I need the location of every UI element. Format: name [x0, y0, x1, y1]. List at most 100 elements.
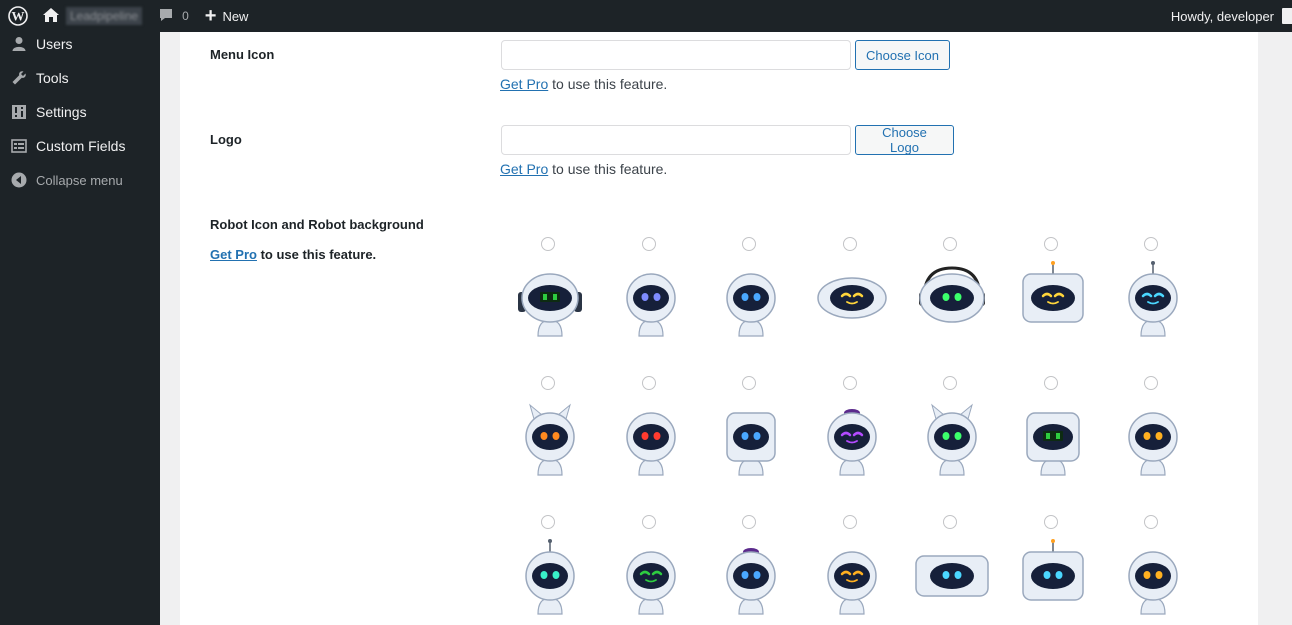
wrench-icon [10, 69, 28, 87]
robot-option[interactable] [1111, 514, 1212, 625]
pro-notice-text: to use this feature. [548, 76, 668, 92]
robot-21-icon [1128, 551, 1178, 615]
robot-radio[interactable] [842, 515, 857, 529]
robot-radio[interactable] [742, 237, 756, 251]
robot-radio[interactable] [1043, 376, 1058, 390]
robot-option[interactable] [1011, 236, 1112, 375]
sidebar-item-users[interactable]: Users [0, 27, 160, 61]
robot-radio[interactable] [943, 237, 957, 251]
robot-16-icon [625, 551, 676, 615]
sidebar-item-label: Users [36, 36, 73, 52]
users-icon [10, 35, 28, 53]
robot-radio[interactable] [641, 515, 656, 529]
robot-radio[interactable] [1144, 515, 1158, 529]
robot-radio[interactable] [541, 237, 555, 251]
sidebar-item-tools[interactable]: Tools [0, 61, 160, 95]
robot-radio[interactable] [1144, 376, 1158, 390]
choose-logo-button[interactable]: Choose Logo [855, 125, 954, 155]
robot-19-icon [915, 555, 989, 597]
howdy-text: Howdy, developer [1170, 8, 1274, 24]
home-icon [42, 6, 60, 27]
choose-icon-button[interactable]: Choose Icon [855, 40, 950, 70]
robot-9-icon [625, 412, 676, 476]
robot-option[interactable] [508, 514, 609, 625]
robot-pro-notice: Get Pro to use this feature. [210, 247, 376, 262]
robot-option[interactable] [508, 375, 609, 514]
plus-icon: + [204, 5, 217, 27]
robot-18-icon [826, 551, 877, 615]
robot-option[interactable] [609, 375, 710, 514]
settings-icon [10, 103, 28, 121]
robot-option[interactable] [810, 375, 911, 514]
admin-bar: W Leadpipeline 0 + New Howdy, developer [0, 0, 1292, 32]
robot-option[interactable] [1111, 236, 1212, 375]
custom-fields-icon [10, 137, 28, 155]
robot-7-icon [1128, 261, 1178, 337]
robot-option[interactable] [1011, 375, 1112, 514]
robot-radio[interactable] [943, 515, 957, 529]
robot-radio[interactable] [842, 376, 857, 390]
robot-option[interactable] [910, 236, 1011, 375]
robot-radio[interactable] [1043, 515, 1058, 529]
collapse-menu-button[interactable]: Collapse menu [0, 163, 160, 197]
robot-radio[interactable] [541, 515, 555, 529]
get-pro-link[interactable]: Get Pro [500, 161, 548, 177]
logo-pro-notice: Get Pro to use this feature. [500, 161, 667, 177]
robot-icon-label: Robot Icon and Robot background [210, 217, 424, 232]
robot-radio[interactable] [541, 376, 555, 390]
robot-11-icon [826, 409, 877, 476]
robot-option[interactable] [508, 236, 609, 375]
robot-20-icon [1021, 539, 1084, 601]
svg-text:W: W [12, 9, 25, 24]
sidebar-item-label: Custom Fields [36, 138, 126, 154]
collapse-menu-label: Collapse menu [36, 172, 123, 188]
logo-label: Logo [210, 132, 242, 147]
new-label: New [222, 8, 249, 24]
robot-8-icon [525, 403, 575, 476]
robot-3-icon [726, 273, 776, 337]
robot-option[interactable] [910, 514, 1011, 625]
logo-input[interactable] [501, 125, 851, 155]
pro-notice-text: to use this feature. [256, 247, 377, 262]
robot-radio[interactable] [842, 237, 857, 251]
sidebar-item-settings[interactable]: Settings [0, 95, 160, 129]
robot-option[interactable] [1111, 375, 1212, 514]
robot-6-icon [1021, 261, 1084, 323]
robot-option[interactable] [709, 236, 810, 375]
robot-option[interactable] [810, 514, 911, 625]
robot-option[interactable] [709, 514, 810, 625]
robot-icon-grid [508, 236, 1212, 625]
menu-icon-pro-notice: Get Pro to use this feature. [500, 76, 667, 92]
new-content-link[interactable]: + New [199, 0, 255, 32]
comments-count: 0 [182, 9, 189, 23]
robot-option[interactable] [1011, 514, 1112, 625]
robot-radio[interactable] [742, 376, 756, 390]
robot-option[interactable] [910, 375, 1011, 514]
robot-radio[interactable] [742, 515, 756, 529]
get-pro-link[interactable]: Get Pro [500, 76, 548, 92]
robot-12-icon [927, 403, 977, 476]
menu-icon-input[interactable] [501, 40, 851, 70]
my-account[interactable]: Howdy, developer [1171, 0, 1292, 32]
robot-option[interactable] [810, 236, 911, 375]
robot-10-icon [726, 412, 776, 476]
avatar [1282, 8, 1292, 24]
robot-radio[interactable] [641, 376, 656, 390]
robot-option[interactable] [709, 375, 810, 514]
robot-radio[interactable] [1144, 237, 1158, 251]
robot-radio[interactable] [641, 237, 656, 251]
get-pro-link[interactable]: Get Pro [210, 247, 257, 262]
site-name: Leadpipeline [66, 7, 143, 25]
robot-14-icon [1128, 412, 1178, 476]
robot-15-icon [525, 539, 575, 615]
robot-1-icon [518, 273, 582, 337]
sidebar-item-label: Tools [36, 70, 69, 86]
sidebar-item-label: Settings [36, 104, 87, 120]
robot-radio[interactable] [943, 376, 957, 390]
robot-radio[interactable] [1043, 237, 1058, 251]
admin-sidebar: Users Tools Settings Custom Fields Colla… [0, 32, 160, 625]
robot-option[interactable] [609, 514, 710, 625]
sidebar-item-custom-fields[interactable]: Custom Fields [0, 129, 160, 163]
robot-option[interactable] [609, 236, 710, 375]
robot-5-icon [919, 266, 985, 323]
